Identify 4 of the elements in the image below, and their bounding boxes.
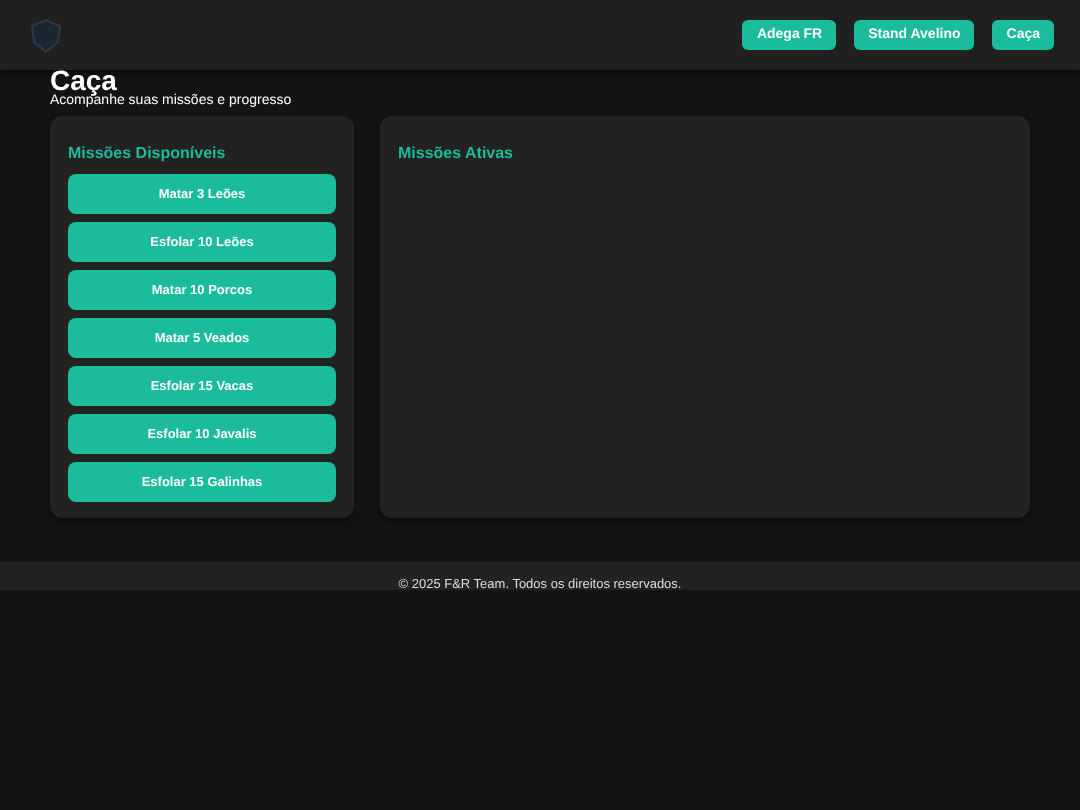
panel-title: Missões Disponíveis (68, 144, 226, 162)
page-title: Caça (50, 68, 117, 94)
shield-logo-icon (30, 17, 62, 53)
panel-title: Missões Ativas (398, 144, 514, 162)
